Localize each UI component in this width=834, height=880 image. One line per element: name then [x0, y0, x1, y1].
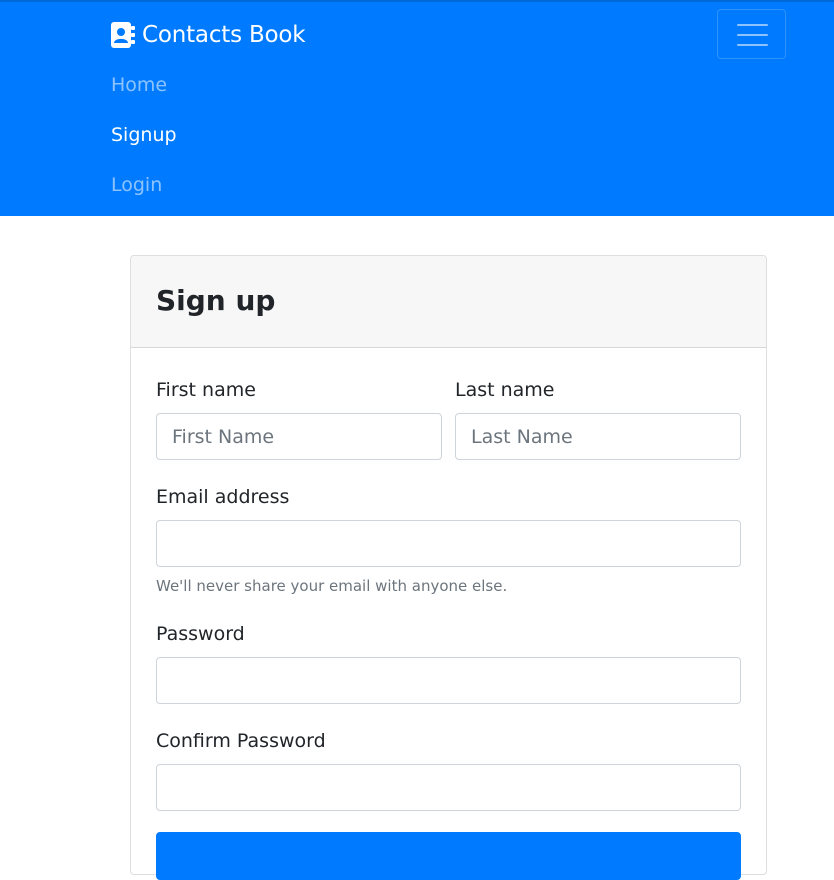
last-name-input[interactable]	[455, 413, 741, 460]
address-book-icon	[111, 22, 135, 48]
brand-name: Contacts Book	[142, 22, 306, 48]
email-input[interactable]	[156, 520, 741, 567]
nav-link-home[interactable]: Home	[111, 72, 167, 98]
password-input[interactable]	[156, 657, 741, 704]
last-name-label: Last name	[455, 379, 555, 401]
signup-card: Sign up First name Last name Email addre…	[130, 255, 767, 880]
nav-link-login[interactable]: Login	[111, 172, 162, 198]
card-header: Sign up	[131, 256, 766, 348]
confirm-password-input[interactable]	[156, 764, 741, 811]
first-name-label: First name	[156, 379, 256, 401]
brand-link[interactable]: Contacts Book	[111, 18, 306, 52]
page-title: Sign up	[156, 284, 276, 317]
navbar-toggler-button[interactable]	[717, 9, 786, 59]
confirm-password-label: Confirm Password	[156, 730, 326, 752]
email-help-text: We'll never share your email with anyone…	[156, 577, 508, 595]
signup-submit-button[interactable]	[156, 832, 741, 880]
password-label: Password	[156, 623, 245, 645]
nav-link-signup[interactable]: Signup	[111, 122, 177, 148]
first-name-input[interactable]	[156, 413, 442, 460]
navbar: Contacts Book Home Signup Login	[0, 0, 834, 216]
email-label: Email address	[156, 486, 290, 508]
